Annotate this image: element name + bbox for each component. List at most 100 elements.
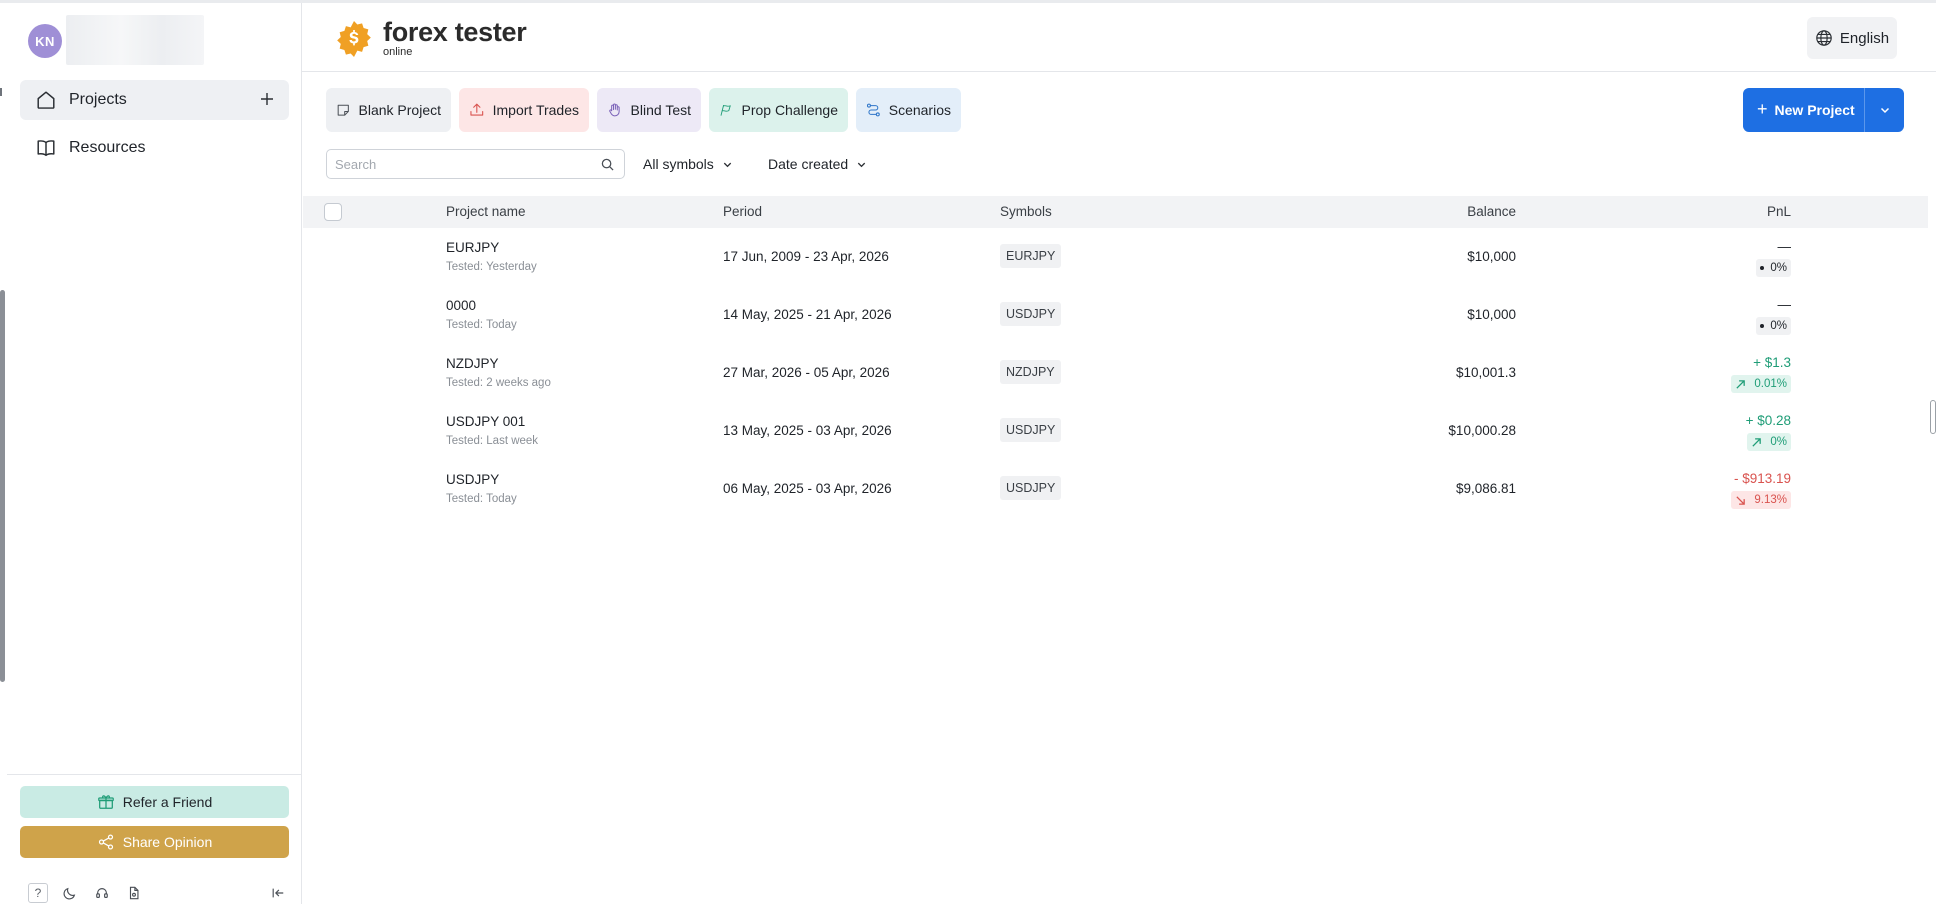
pnl-percent: 0% bbox=[1770, 436, 1787, 448]
pnl-percent-badge: 0.01% bbox=[1731, 375, 1791, 393]
table-header: Project name Period Symbols Balance PnL bbox=[303, 196, 1928, 228]
select-all-checkbox[interactable] bbox=[324, 203, 342, 221]
blind-test-label: Blind Test bbox=[630, 102, 691, 118]
prop-challenge-button[interactable]: Prop Challenge bbox=[709, 88, 848, 132]
table-row[interactable]: NZDJPY Tested: 2 weeks ago 27 Mar, 2026 … bbox=[303, 344, 1928, 402]
blank-project-label: Blank Project bbox=[358, 102, 441, 118]
new-project-dropdown[interactable] bbox=[1865, 88, 1904, 132]
scenarios-label: Scenarios bbox=[888, 102, 951, 118]
share-icon bbox=[98, 834, 113, 850]
project-name[interactable]: USDJPY bbox=[446, 472, 499, 487]
document-icon[interactable] bbox=[124, 883, 144, 903]
blind-test-button[interactable]: Blind Test bbox=[597, 88, 701, 132]
search-field[interactable] bbox=[326, 149, 625, 179]
brand-name: forex tester bbox=[383, 17, 527, 47]
brand-subtitle: online bbox=[383, 46, 413, 58]
project-balance: $10,000 bbox=[1467, 249, 1516, 264]
route-icon bbox=[866, 103, 880, 117]
avatar[interactable]: KN bbox=[28, 24, 62, 58]
plus-icon: + bbox=[1757, 98, 1768, 119]
project-tested: Tested: 2 weeks ago bbox=[446, 377, 551, 389]
pnl-value: — bbox=[1777, 297, 1792, 312]
refer-friend-label: Refer a Friend bbox=[122, 794, 213, 810]
project-name[interactable]: EURJPY bbox=[446, 240, 499, 255]
project-balance: $10,000.28 bbox=[1448, 423, 1516, 438]
book-icon bbox=[37, 140, 55, 157]
symbol-tag: NZDJPY bbox=[1000, 360, 1061, 384]
project-name[interactable]: 0000 bbox=[446, 298, 476, 313]
pnl-value: + $1.3 bbox=[1753, 355, 1791, 370]
chevron-down-icon bbox=[1880, 107, 1889, 114]
project-balance: $10,000 bbox=[1467, 307, 1516, 322]
support-icon[interactable] bbox=[92, 883, 112, 903]
language-label: English bbox=[1839, 29, 1890, 47]
share-opinion-button[interactable]: Share Opinion bbox=[20, 826, 289, 858]
help-icon[interactable]: ? bbox=[28, 883, 48, 903]
forex-tester-logo-icon bbox=[337, 20, 371, 57]
pnl-value: — bbox=[1777, 239, 1792, 254]
sort-dropdown[interactable]: Date created bbox=[768, 149, 867, 179]
new-project-split-button: + New Project bbox=[1743, 88, 1904, 132]
sidebar-item-resources[interactable]: Resources bbox=[20, 128, 289, 168]
globe-icon bbox=[1816, 30, 1832, 46]
sidebar-item-label: Projects bbox=[69, 91, 127, 108]
project-tested: Tested: Yesterday bbox=[446, 261, 537, 273]
collapse-sidebar-icon[interactable] bbox=[268, 883, 288, 903]
user-profile[interactable]: KN bbox=[28, 15, 208, 67]
table-row[interactable]: 0000 Tested: Today 14 May, 2025 - 21 Apr… bbox=[303, 286, 1928, 344]
project-balance: $10,001.3 bbox=[1455, 365, 1516, 380]
symbol-tag: USDJPY bbox=[1000, 418, 1062, 442]
blank-project-button[interactable]: Blank Project bbox=[326, 88, 451, 132]
blank-note-icon bbox=[337, 104, 349, 116]
trend-up-icon bbox=[1736, 379, 1746, 389]
symbol-tag: USDJPY bbox=[1000, 476, 1062, 500]
add-project-icon[interactable] bbox=[258, 90, 276, 108]
pnl-value: - $913.19 bbox=[1733, 471, 1791, 486]
pnl-percent: 0.01% bbox=[1754, 378, 1787, 390]
project-period: 17 Jun, 2009 - 23 Apr, 2026 bbox=[723, 249, 889, 264]
pnl-percent: 9.13% bbox=[1754, 494, 1787, 506]
dark-mode-icon[interactable] bbox=[60, 883, 80, 903]
project-balance: $9,086.81 bbox=[1455, 481, 1516, 496]
table-row[interactable]: EURJPY Tested: Yesterday 17 Jun, 2009 - … bbox=[303, 228, 1928, 286]
column-header-period[interactable]: Period bbox=[723, 196, 762, 228]
sidebar-item-label: Resources bbox=[69, 139, 146, 156]
refer-friend-button[interactable]: Refer a Friend bbox=[20, 786, 289, 818]
language-selector[interactable]: English bbox=[1807, 17, 1897, 59]
pnl-value: + $0.28 bbox=[1745, 413, 1791, 428]
left-scrollbar[interactable] bbox=[0, 290, 5, 682]
table-row[interactable]: USDJPY Tested: Today 06 May, 2025 - 03 A… bbox=[303, 460, 1928, 518]
symbol-tag: EURJPY bbox=[1000, 244, 1062, 268]
chevron-down-icon bbox=[858, 162, 866, 167]
column-header-pnl[interactable]: PnL bbox=[1767, 196, 1791, 228]
scenarios-button[interactable]: Scenarios bbox=[856, 88, 961, 132]
hand-icon bbox=[609, 103, 620, 117]
sidebar: KN Projects Resources Refer a Friend Sha… bbox=[7, 3, 302, 904]
new-project-button[interactable]: + New Project bbox=[1743, 88, 1864, 132]
search-input[interactable] bbox=[327, 156, 587, 172]
import-trades-label: Import Trades bbox=[492, 102, 579, 118]
column-header-project-name[interactable]: Project name bbox=[446, 196, 526, 228]
project-tested: Tested: Today bbox=[446, 319, 517, 331]
flag-icon bbox=[720, 104, 731, 116]
pnl-percent-badge: 9.13% bbox=[1731, 491, 1791, 509]
symbols-filter-dropdown[interactable]: All symbols bbox=[643, 149, 733, 179]
neutral-dot-icon bbox=[1760, 266, 1765, 270]
column-header-balance[interactable]: Balance bbox=[1467, 196, 1516, 228]
project-name[interactable]: USDJPY 001 bbox=[446, 414, 525, 429]
app-header: forex tester online English bbox=[302, 3, 1936, 72]
column-header-symbols[interactable]: Symbols bbox=[1000, 196, 1052, 228]
prop-challenge-label: Prop Challenge bbox=[741, 102, 838, 118]
sort-label: Date created bbox=[768, 156, 849, 172]
pnl-percent: 0% bbox=[1770, 262, 1787, 274]
right-scrollbar[interactable] bbox=[1930, 400, 1936, 434]
import-trades-button[interactable]: Import Trades bbox=[459, 88, 589, 132]
project-name[interactable]: NZDJPY bbox=[446, 356, 499, 371]
pnl-percent-badge: 0% bbox=[1756, 317, 1791, 335]
project-period: 06 May, 2025 - 03 Apr, 2026 bbox=[723, 481, 892, 496]
search-icon[interactable] bbox=[601, 158, 614, 171]
brand-logo[interactable]: forex tester online bbox=[335, 17, 527, 58]
pnl-percent-badge: 0% bbox=[1747, 433, 1791, 451]
sidebar-item-projects[interactable]: Projects bbox=[20, 80, 289, 120]
table-row[interactable]: USDJPY 001 Tested: Last week 13 May, 202… bbox=[303, 402, 1928, 460]
